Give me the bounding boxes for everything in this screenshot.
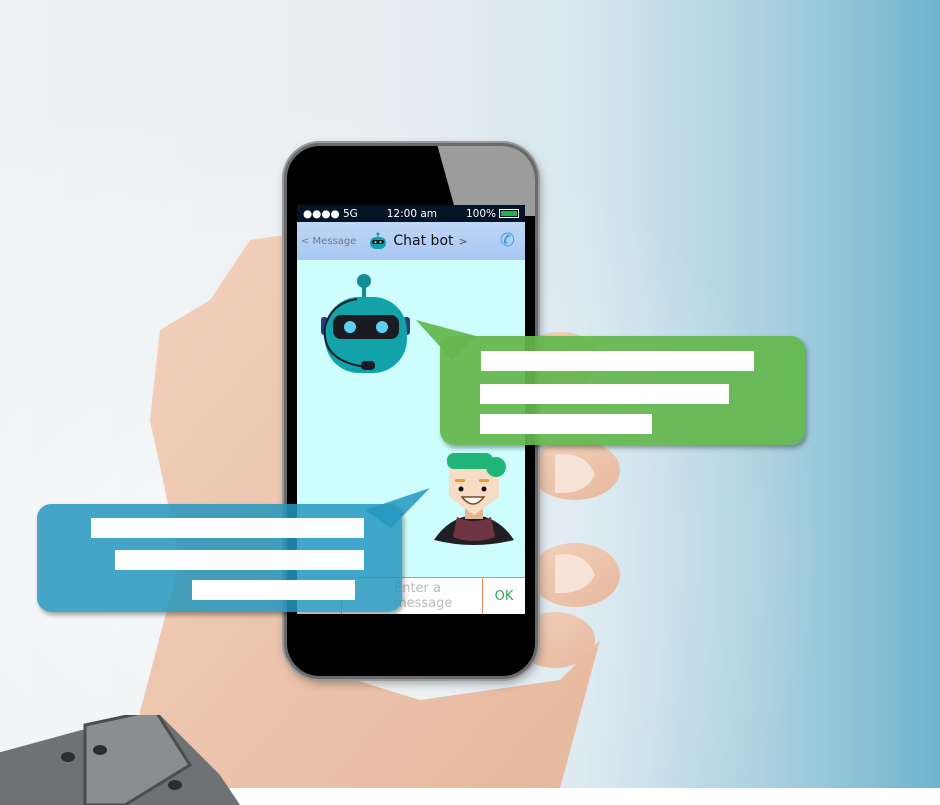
placeholder-text-line [192, 580, 355, 600]
watch-strap [0, 715, 240, 805]
chat-header: < Message Chat bot > ✆ [297, 222, 525, 260]
bot-message-bubble [440, 336, 805, 445]
placeholder-text-line [481, 351, 754, 371]
chat-title-text: Chat bot [393, 233, 454, 249]
user-avatar [434, 453, 514, 545]
battery-percent: 100% [465, 207, 496, 220]
chat-title[interactable]: Chat bot > [368, 232, 468, 250]
clock: 12:00 am [386, 207, 438, 220]
signal-indicator: ●●●● 5G [303, 207, 358, 220]
battery-indicator: 100% [466, 208, 519, 220]
user-message-bubble [37, 504, 402, 612]
send-ok-button[interactable]: OK [482, 578, 525, 614]
chatbot-avatar [321, 274, 410, 373]
status-bar: ●●●● 5G 12:00 am 100% [297, 205, 525, 222]
placeholder-text-line [480, 414, 652, 434]
battery-icon [498, 209, 519, 218]
robot-icon [370, 232, 387, 249]
placeholder-text-line [480, 384, 729, 404]
chevron-right-icon: > [458, 234, 468, 248]
phone-call-icon[interactable]: ✆ [500, 230, 515, 251]
back-button[interactable]: < Message [301, 236, 356, 247]
placeholder-text-line [115, 550, 364, 570]
placeholder-text-line [91, 518, 364, 538]
